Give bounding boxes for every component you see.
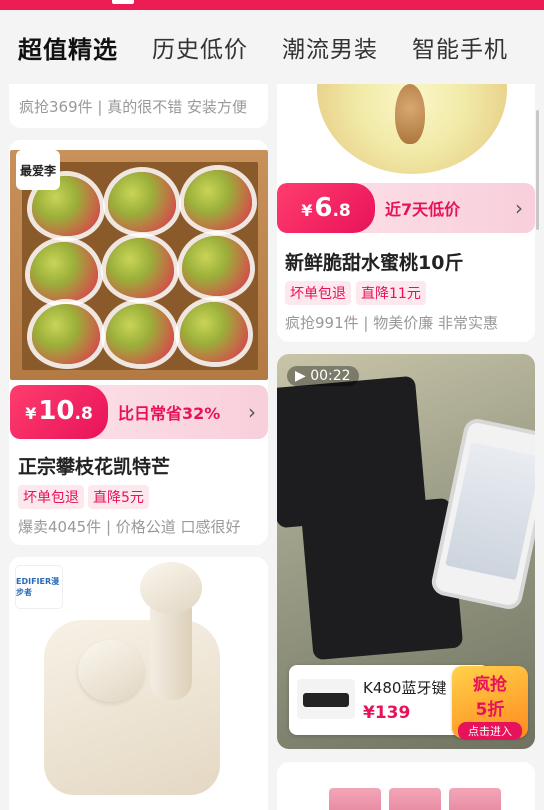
peach-pit [395,84,425,144]
price-promo: 近7天低价 › [375,183,535,233]
promo-text: 近7天低价 [385,200,461,219]
mini-card-price: ¥139 [363,703,411,723]
currency-symbol: ¥ [301,201,313,220]
product-card-top-left[interactable]: 疯抢369件 | 真的很不错 安装方便 [9,84,268,128]
shop-badge: 最爱李 [16,150,60,190]
top-bar-notch [112,0,134,4]
scrollbar[interactable] [536,110,539,230]
product-card-bottom-right[interactable] [277,762,535,810]
tag-return-guarantee: 坏单包退 [285,281,351,305]
tag-return-guarantee: 坏单包退 [18,485,84,509]
tab-value-picks[interactable]: 超值精选 [18,30,118,65]
promo-badge[interactable]: 疯抢 5折 点击进入 [452,666,528,740]
price-tag: ¥ 6 .8 [277,183,375,233]
price-tag: ¥ 10 .8 [10,385,108,439]
mango [106,304,174,364]
tag-price-drop: 直降5元 [88,485,149,509]
chevron-right-icon: › [515,196,523,220]
price-promo: 比日常省32% › [108,385,268,439]
peach-product-image [277,84,535,188]
product-thumb [389,788,441,810]
tag-price-drop: 直降11元 [356,281,426,305]
price-decimal: .8 [74,404,93,424]
mango [30,242,98,302]
product-title[interactable]: 新鲜脆甜水蜜桃10斤 [285,248,463,275]
promo-line2: 5折 [475,700,505,720]
mango [182,236,250,296]
mango [180,302,248,362]
play-icon: ▶ [295,368,306,384]
video-duration: 00:22 [310,368,351,384]
peach-price-bar[interactable]: ¥ 6 .8 近7天低价 › [277,183,535,233]
keyboard-thumb-icon [303,693,349,707]
mango-box-inner [22,162,258,370]
mango [184,170,252,230]
price-decimal: .8 [332,201,351,221]
mango [106,238,174,298]
promo-cta: 点击进入 [458,722,522,740]
keyboard-thumbnail [297,679,355,719]
promo-text: 比日常省32% [118,404,221,423]
price-integer: 10 [38,396,75,426]
mango-price-bar[interactable]: ¥ 10 .8 比日常省32% › [10,385,268,439]
mini-card-title: K480蓝牙键 [363,679,447,697]
top-status-bar [0,0,544,10]
currency-symbol: ¥ [25,404,37,423]
promo-line1: 疯抢 [473,675,507,695]
tab-smartphones[interactable]: 智能手机 [412,30,508,64]
earbud-head [140,562,202,614]
product-thumb [449,788,501,810]
product-title[interactable]: 正宗攀枝花凯特芒 [18,452,170,479]
mango [32,304,100,364]
phone [429,416,535,612]
product-meta: 疯抢369件 | 真的很不错 安装方便 [19,98,247,116]
tab-history-low[interactable]: 历史低价 [152,30,248,64]
video-duration-badge: ▶ 00:22 [287,366,359,386]
price-integer: 6 [314,193,333,223]
earbud-left [78,640,144,702]
product-thumb [329,788,381,810]
edifier-logo: EDIFIER漫步者 [16,566,62,608]
product-meta: 爆卖4045件 | 价格公道 口感很好 [18,518,241,536]
phone-screen [445,441,535,581]
product-meta: 疯抢991件 | 物美价廉 非常实惠 [285,314,498,332]
mango [108,172,176,232]
chevron-right-icon: › [248,400,256,424]
category-tabs: 超值精选 历史低价 潮流男装 智能手机 [0,10,544,84]
tab-trendy-menswear[interactable]: 潮流男装 [282,30,378,64]
